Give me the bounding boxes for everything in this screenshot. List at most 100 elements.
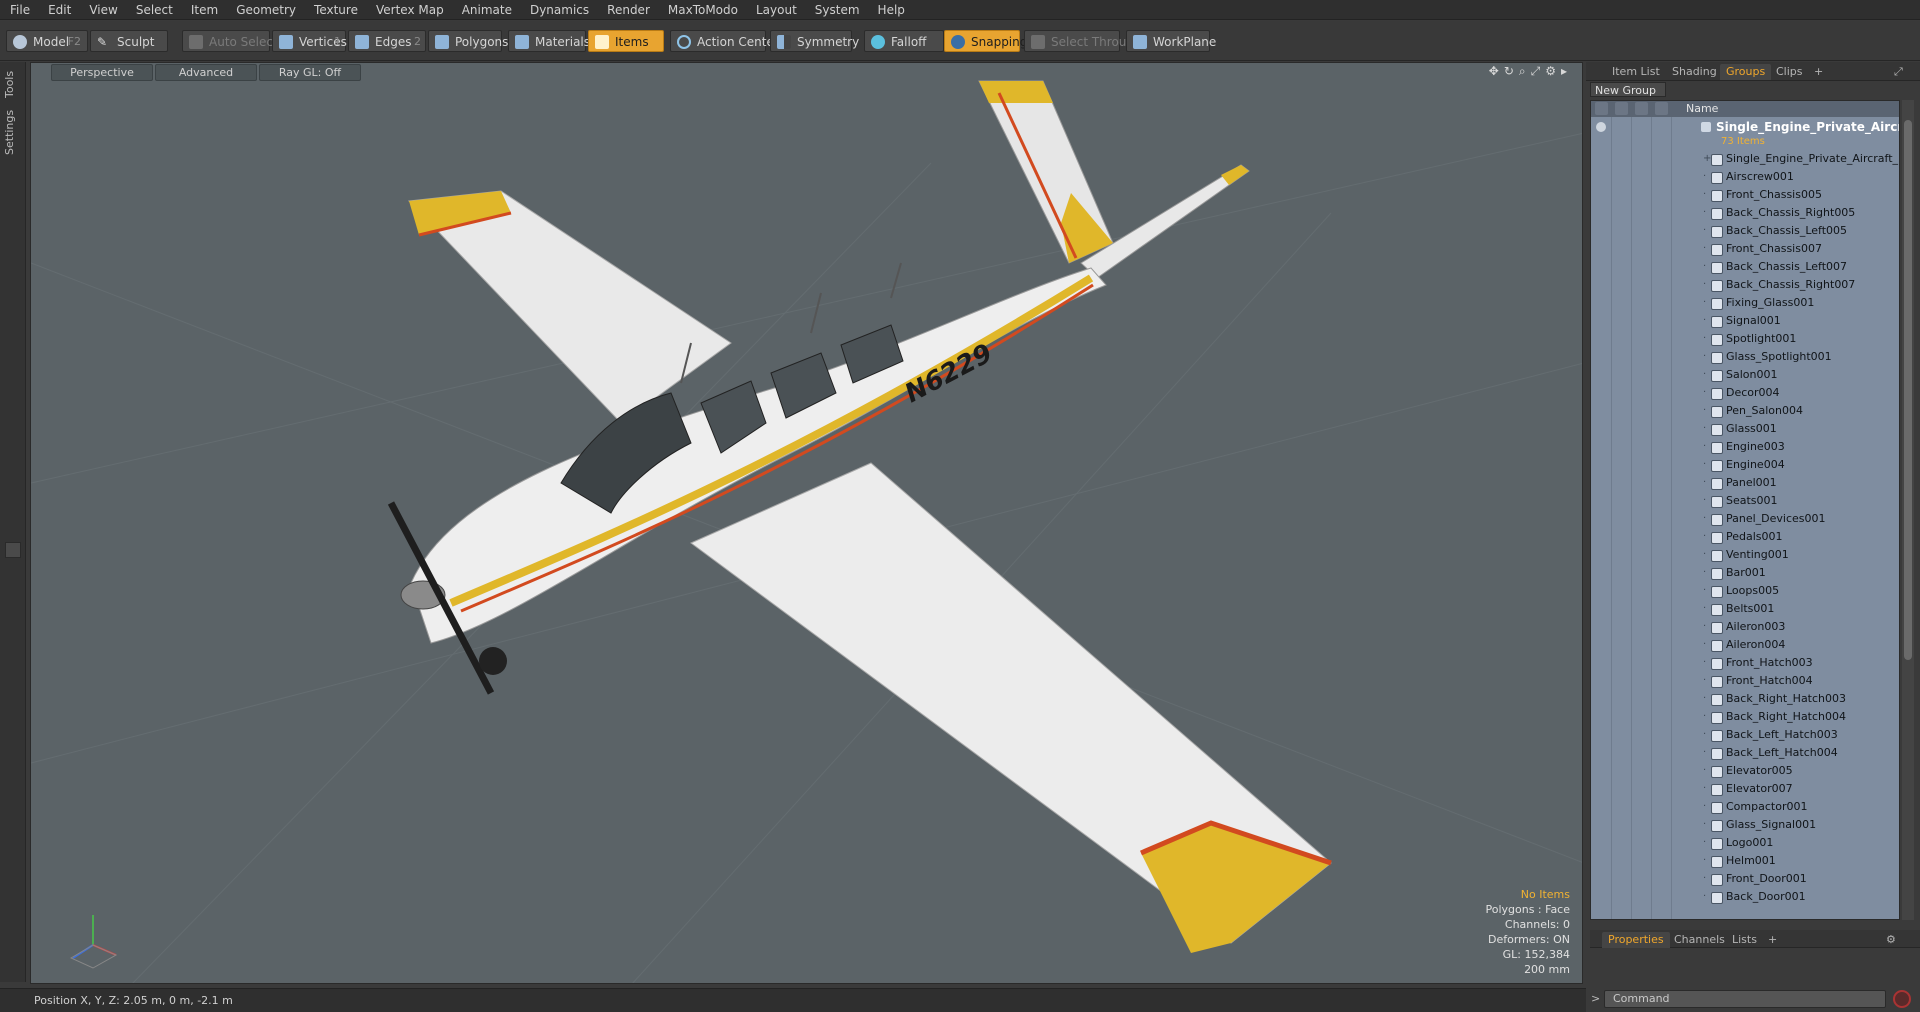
menu-layout[interactable]: Layout [747,0,806,20]
list-item[interactable]: · Compactor001 [1591,798,1899,816]
menu-file[interactable]: File [0,0,39,20]
tab-tools[interactable]: Tools [3,66,23,102]
polygons-button[interactable]: Polygons [428,30,508,52]
list-item[interactable]: · Glass001 [1591,420,1899,438]
list-item[interactable]: · Aileron003 [1591,618,1899,636]
command-input[interactable]: Command [1604,990,1886,1008]
menu-help[interactable]: Help [869,0,914,20]
falloff-button[interactable]: Falloff [864,30,944,52]
list-item[interactable]: · Front_Door001 [1591,870,1899,888]
render-column-icon[interactable] [1615,102,1628,115]
list-item[interactable]: · Pen_Salon004 [1591,402,1899,420]
group-root-row[interactable]: Single_Engine_Private_Aircraf ... [1591,119,1899,135]
groups-scrollbar[interactable] [1902,100,1914,920]
list-item[interactable]: · Bar001 [1591,564,1899,582]
new-group-button[interactable]: New Group [1590,82,1666,97]
list-item[interactable]: · Spotlight001 [1591,330,1899,348]
list-item[interactable]: · Pedals001 [1591,528,1899,546]
list-item[interactable]: · Back_Chassis_Left005 [1591,222,1899,240]
select-column-icon[interactable] [1655,102,1668,115]
lock-column-icon[interactable] [1635,102,1648,115]
list-item[interactable]: · Aileron004 [1591,636,1899,654]
list-item[interactable]: · Signal001 [1591,312,1899,330]
list-item[interactable]: · Salon001 [1591,366,1899,384]
list-item[interactable]: · Engine004 [1591,456,1899,474]
menu-render[interactable]: Render [598,0,659,20]
list-item[interactable]: · Decor004 [1591,384,1899,402]
list-item[interactable]: · Back_Chassis_Right005 [1591,204,1899,222]
list-item[interactable]: · Helm001 [1591,852,1899,870]
tab-settings[interactable]: Settings [3,106,23,158]
list-item[interactable]: · Panel001 [1591,474,1899,492]
snapping-button[interactable]: Snapping [944,30,1027,52]
scrollbar-thumb[interactable] [1904,120,1912,660]
items-button[interactable]: Items [588,30,664,52]
visibility-column-icon[interactable] [1595,102,1608,115]
list-item[interactable]: +Single_Engine_Private_Aircraft_B ... [1591,150,1899,168]
tab-channels[interactable]: Channels [1668,932,1731,948]
list-item[interactable]: · Front_Chassis007 [1591,240,1899,258]
list-item[interactable]: · Engine003 [1591,438,1899,456]
list-item[interactable]: · Back_Door001 [1591,888,1899,906]
list-item[interactable]: · Logo001 [1591,834,1899,852]
menu-texture[interactable]: Texture [305,0,367,20]
list-item[interactable]: · Back_Left_Hatch003 [1591,726,1899,744]
list-item[interactable]: · Seats001 [1591,492,1899,510]
menu-geometry[interactable]: Geometry [227,0,305,20]
list-item[interactable]: · Back_Right_Hatch004 [1591,708,1899,726]
model-button[interactable]: Model F2 [6,30,88,52]
eye-icon[interactable] [1596,122,1606,132]
materials-button[interactable]: Materials [508,30,590,52]
3d-viewport[interactable]: Perspective Advanced Ray GL: Off ✥↻⌕⤢⚙▸ [30,62,1583,984]
list-item[interactable]: · Front_Hatch004 [1591,672,1899,690]
list-item[interactable]: · Fixing_Glass001 [1591,294,1899,312]
symmetry-button[interactable]: Symmetry [770,30,859,52]
falloff-label: Falloff [891,35,927,49]
list-item[interactable]: · Elevator005 [1591,762,1899,780]
tab-groups[interactable]: Groups [1720,64,1772,80]
list-item[interactable]: · Back_Left_Hatch004 [1591,744,1899,762]
menu-animate[interactable]: Animate [453,0,521,20]
list-item[interactable]: · Belts001 [1591,600,1899,618]
list-item[interactable]: · Elevator007 [1591,780,1899,798]
menu-system[interactable]: System [806,0,869,20]
workplane-button[interactable]: WorkPlane [1126,30,1216,52]
list-item[interactable]: · Venting001 [1591,546,1899,564]
list-item[interactable]: · Panel_Devices001 [1591,510,1899,528]
add-tab-icon[interactable]: + [1808,64,1829,80]
groups-list[interactable]: Name Single_Engine_Private_Aircraf ... 7… [1590,100,1900,920]
record-icon[interactable] [1893,990,1911,1008]
menu-view[interactable]: View [80,0,126,20]
sculpt-button[interactable]: ✎ Sculpt [90,30,168,52]
tab-properties[interactable]: Properties [1602,932,1670,948]
menu-item[interactable]: Item [182,0,227,20]
menu-select[interactable]: Select [127,0,182,20]
name-column-header[interactable]: Name [1686,102,1718,115]
menu-maxtomodo[interactable]: MaxToModo [659,0,747,20]
select-through-button[interactable]: Select Through [1024,30,1142,52]
list-item[interactable]: · Front_Hatch003 [1591,654,1899,672]
settings-gear-icon[interactable]: ⚙ [1880,932,1902,948]
menu-edit[interactable]: Edit [39,0,80,20]
list-item[interactable]: · Back_Right_Hatch003 [1591,690,1899,708]
tab-clips[interactable]: Clips [1770,64,1809,80]
panel-expand-icon[interactable]: ⤢ [1888,64,1909,80]
menu-vertex-map[interactable]: Vertex Map [367,0,453,20]
tab-shading[interactable]: Shading [1666,64,1723,80]
vertices-button[interactable]: Vertices 1 [272,30,347,52]
list-item[interactable]: · Loops005 [1591,582,1899,600]
list-item[interactable]: · Airscrew001 [1591,168,1899,186]
list-item[interactable]: · Front_Chassis005 [1591,186,1899,204]
action-center-button[interactable]: Action Center [670,30,779,52]
tab-item-list[interactable]: Item List [1606,64,1666,80]
add-tab-icon[interactable]: + [1762,932,1783,948]
tab-lists[interactable]: Lists [1726,932,1763,948]
list-item[interactable]: · Glass_Signal001 [1591,816,1899,834]
tool-pin-icon[interactable] [5,542,21,558]
list-item[interactable]: · Back_Chassis_Right007 [1591,276,1899,294]
auto-select-button[interactable]: Auto Select [182,30,278,52]
list-item[interactable]: · Back_Chassis_Left007 [1591,258,1899,276]
edges-button[interactable]: Edges 2 [348,30,426,52]
list-item[interactable]: · Glass_Spotlight001 [1591,348,1899,366]
menu-dynamics[interactable]: Dynamics [521,0,598,20]
